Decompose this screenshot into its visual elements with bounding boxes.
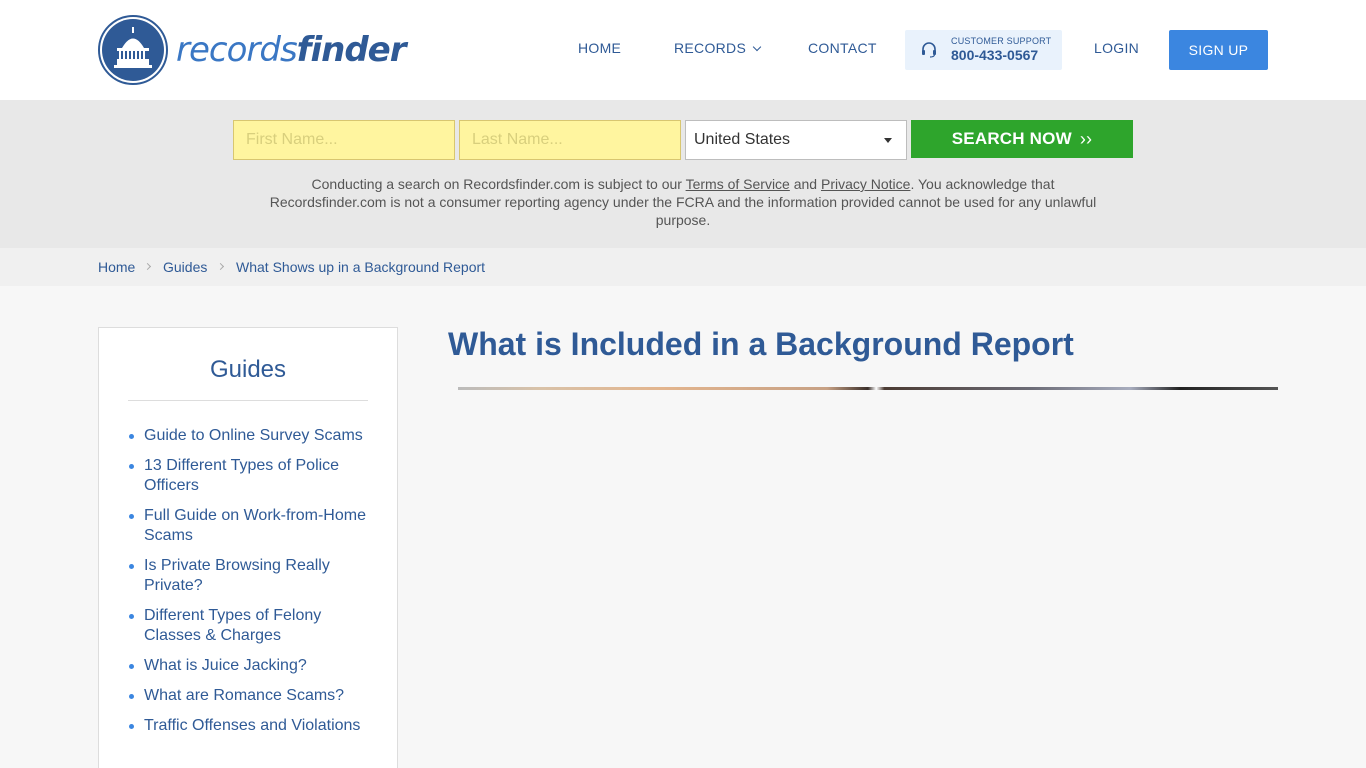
guide-list-item[interactable]: Guide to Online Survey Scams	[128, 426, 368, 446]
support-phone[interactable]: 800-433-0567	[951, 47, 1038, 63]
disclaimer-text-and: and	[789, 176, 821, 192]
signup-button[interactable]: SIGN UP	[1169, 30, 1268, 70]
guides-sidebar: Guides Guide to Online Survey Scams 13 D…	[98, 327, 398, 768]
search-now-button[interactable]: SEARCH NOW ››	[911, 120, 1133, 158]
caret-down-icon	[884, 138, 892, 143]
breadcrumb-home[interactable]: Home	[98, 259, 135, 275]
guide-list-item[interactable]: What are Romance Scams?	[128, 686, 368, 706]
chevron-right-icon	[143, 262, 152, 271]
search-band: United States SEARCH NOW ›› Conducting a…	[0, 100, 1366, 248]
guide-list-item[interactable]: What is Juice Jacking?	[128, 656, 368, 676]
country-select-value: United States	[694, 131, 791, 148]
terms-of-service-link[interactable]: Terms of Service	[686, 176, 790, 192]
breadcrumb: Home Guides What Shows up in a Backgroun…	[0, 248, 1366, 286]
hero-image	[458, 387, 1278, 390]
nav-login-link[interactable]: LOGIN	[1094, 40, 1139, 56]
first-name-input[interactable]	[233, 120, 455, 160]
sidebar-divider	[128, 400, 368, 401]
search-now-label: SEARCH NOW	[951, 129, 1072, 148]
logo-wordmark: recordsfinder	[176, 30, 406, 70]
logo-wordmark-bold: finder	[296, 30, 407, 70]
guide-list-item[interactable]: Full Guide on Work-from-Home Scams	[128, 506, 368, 546]
chevron-right-icon	[216, 262, 225, 271]
breadcrumb-current[interactable]: What Shows up in a Background Report	[236, 259, 485, 275]
sidebar-title: Guides	[209, 356, 287, 383]
privacy-notice-link[interactable]: Privacy Notice	[821, 176, 910, 192]
last-name-input[interactable]	[459, 120, 681, 160]
customer-support-box[interactable]: CUSTOMER SUPPORT 800-433-0567	[905, 30, 1062, 70]
guide-list-item[interactable]: Traffic Offenses and Violations	[128, 716, 368, 736]
logo-wordmark-light: records	[176, 30, 298, 70]
disclaimer-text-before: Conducting a search on Recordsfinder.com…	[311, 176, 686, 192]
nav-home-link[interactable]: HOME	[578, 40, 621, 56]
guide-list: Guide to Online Survey Scams 13 Differen…	[128, 426, 368, 746]
capitol-seal-icon	[98, 15, 168, 85]
guide-list-item[interactable]: 13 Different Types of Police Officers	[128, 456, 368, 496]
search-disclaimer: Conducting a search on Recordsfinder.com…	[258, 175, 1108, 229]
nav-records-link[interactable]: RECORDS	[674, 40, 762, 56]
guide-list-item[interactable]: Different Types of Felony Classes & Char…	[128, 606, 368, 646]
nav-records-label: RECORDS	[674, 40, 747, 56]
site-header: recordsfinder HOME RECORDS CONTACT CUSTO…	[0, 0, 1366, 100]
site-logo[interactable]: recordsfinder	[98, 15, 406, 85]
support-label: CUSTOMER SUPPORT	[951, 36, 1052, 46]
country-select[interactable]: United States	[685, 120, 907, 160]
headset-icon	[922, 42, 936, 58]
double-chevron-right-icon: ››	[1079, 128, 1093, 149]
guide-list-item[interactable]: Is Private Browsing Really Private?	[128, 556, 368, 596]
breadcrumb-guides[interactable]: Guides	[163, 259, 207, 275]
page-title: What is Included in a Background Report	[448, 326, 1074, 362]
chevron-down-icon	[752, 42, 762, 52]
nav-contact-link[interactable]: CONTACT	[808, 40, 877, 56]
